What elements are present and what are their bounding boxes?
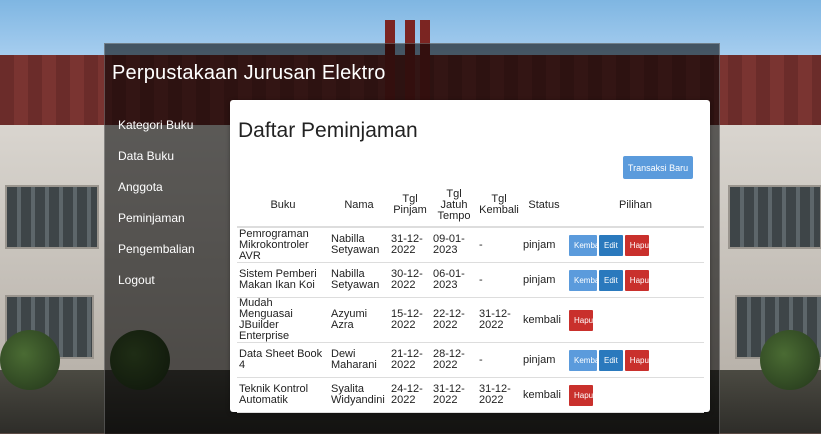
cell-actions: KembaliEdit Hapus (567, 227, 704, 263)
delete-button[interactable]: Hapus (624, 269, 653, 291)
cell-tgl-pinjam: 15-12-2022 (389, 297, 431, 343)
cell-buku: Data Sheet Book 4 (237, 342, 329, 378)
tree (760, 330, 820, 390)
cell-actions: Hapus (567, 377, 704, 413)
sidebar-item-anggota[interactable]: Anggota (118, 180, 195, 211)
cell-buku: Mudah Menguasai JBuilder Enterprise (237, 297, 329, 343)
cell-buku: Teknik Kontrol Automatik (237, 377, 329, 413)
delete-button[interactable]: Hapus (569, 384, 597, 406)
cell-tgl-jatuh-tempo: 09-01-2023 (431, 227, 477, 263)
cell-status: pinjam (521, 262, 567, 298)
column-header-nama: Nama (329, 184, 389, 228)
table-row: Teknik Kontrol Automatik Syalita Widyand… (237, 377, 704, 413)
sidebar-nav: Kategori Buku Data Buku Anggota Peminjam… (118, 118, 195, 304)
column-header-status: Status (521, 184, 567, 228)
cell-nama: Azyumi Azra (329, 297, 389, 343)
cell-tgl-pinjam: 31-12-2022 (389, 227, 431, 263)
cell-actions: KembaliEdit Hapus (567, 342, 704, 378)
table-row: Pemrograman Mikrokontroler AVR Nabilla S… (237, 227, 704, 263)
cell-tgl-pinjam: 30-12-2022 (389, 262, 431, 298)
column-header-tgl-jatuh-tempo: Tgl Jatuh Tempo (431, 184, 477, 228)
content-panel: Daftar Peminjaman Transaksi Baru Buku Na… (230, 100, 710, 413)
cell-nama: Syalita Widyandini (329, 377, 389, 413)
cell-tgl-kembali: - (477, 227, 521, 263)
column-header-tgl-kembali: Tgl Kembali (477, 184, 521, 228)
table-row: Data Sheet Book 4 Dewi Maharani 21-12-20… (237, 342, 704, 378)
building-window (728, 185, 821, 249)
cell-tgl-kembali: - (477, 262, 521, 298)
cell-tgl-kembali: 31-12-2022 (477, 297, 521, 343)
sidebar-item-peminjaman[interactable]: Peminjaman (118, 211, 195, 242)
cell-tgl-jatuh-tempo: 06-01-2023 (431, 262, 477, 298)
cell-status: kembali (521, 377, 567, 413)
delete-button[interactable]: Hapus (624, 234, 653, 256)
sidebar-item-pengembalian[interactable]: Pengembalian (118, 242, 195, 273)
cell-status: pinjam (521, 227, 567, 263)
edit-button[interactable]: Edit (599, 349, 623, 371)
new-transaction-button[interactable]: Transaksi Baru (623, 156, 693, 179)
sidebar-item-logout[interactable]: Logout (118, 273, 195, 304)
return-button[interactable]: Kembali (569, 269, 603, 291)
cell-tgl-jatuh-tempo: 31-12-2022 (431, 377, 477, 413)
table-row: Sistem Pemberi Makan Ikan Koi Nabilla Se… (237, 262, 704, 298)
delete-button[interactable]: Hapus (624, 349, 653, 371)
cell-nama: Nabilla Setyawan (329, 262, 389, 298)
cell-actions: KembaliEdit Hapus (567, 262, 704, 298)
return-button[interactable]: Kembali (569, 234, 603, 256)
column-header-pilihan: Pilihan (567, 184, 704, 228)
building-window (5, 185, 99, 249)
delete-button[interactable]: Hapus (569, 309, 597, 331)
return-button[interactable]: Kembali (569, 349, 603, 371)
cell-nama: Nabilla Setyawan (329, 227, 389, 263)
cell-tgl-pinjam: 21-12-2022 (389, 342, 431, 378)
edit-button[interactable]: Edit (599, 234, 623, 256)
cell-tgl-pinjam: 24-12-2022 (389, 377, 431, 413)
column-header-buku: Buku (237, 184, 329, 228)
tree (0, 330, 60, 390)
cell-buku: Pemrograman Mikrokontroler AVR (237, 227, 329, 263)
sidebar-item-kategori-buku[interactable]: Kategori Buku (118, 118, 195, 149)
cell-tgl-jatuh-tempo: 28-12-2022 (431, 342, 477, 378)
cell-nama: Dewi Maharani (329, 342, 389, 378)
sidebar-item-data-buku[interactable]: Data Buku (118, 149, 195, 180)
cell-actions: Hapus (567, 297, 704, 343)
loans-table: Buku Nama Tgl Pinjam Tgl Jatuh Tempo Tgl… (237, 184, 704, 413)
table-header-row: Buku Nama Tgl Pinjam Tgl Jatuh Tempo Tgl… (237, 184, 704, 228)
page-title: Daftar Peminjaman (238, 119, 418, 142)
column-header-tgl-pinjam: Tgl Pinjam (389, 184, 431, 228)
cell-status: kembali (521, 297, 567, 343)
edit-button[interactable]: Edit (599, 269, 623, 291)
cell-tgl-kembali: 31-12-2022 (477, 377, 521, 413)
cell-buku: Sistem Pemberi Makan Ikan Koi (237, 262, 329, 298)
table-row: Mudah Menguasai JBuilder Enterprise Azyu… (237, 297, 704, 343)
cell-tgl-kembali: - (477, 342, 521, 378)
cell-status: pinjam (521, 342, 567, 378)
cell-tgl-jatuh-tempo: 22-12-2022 (431, 297, 477, 343)
app-title: Perpustakaan Jurusan Elektro (112, 62, 386, 84)
